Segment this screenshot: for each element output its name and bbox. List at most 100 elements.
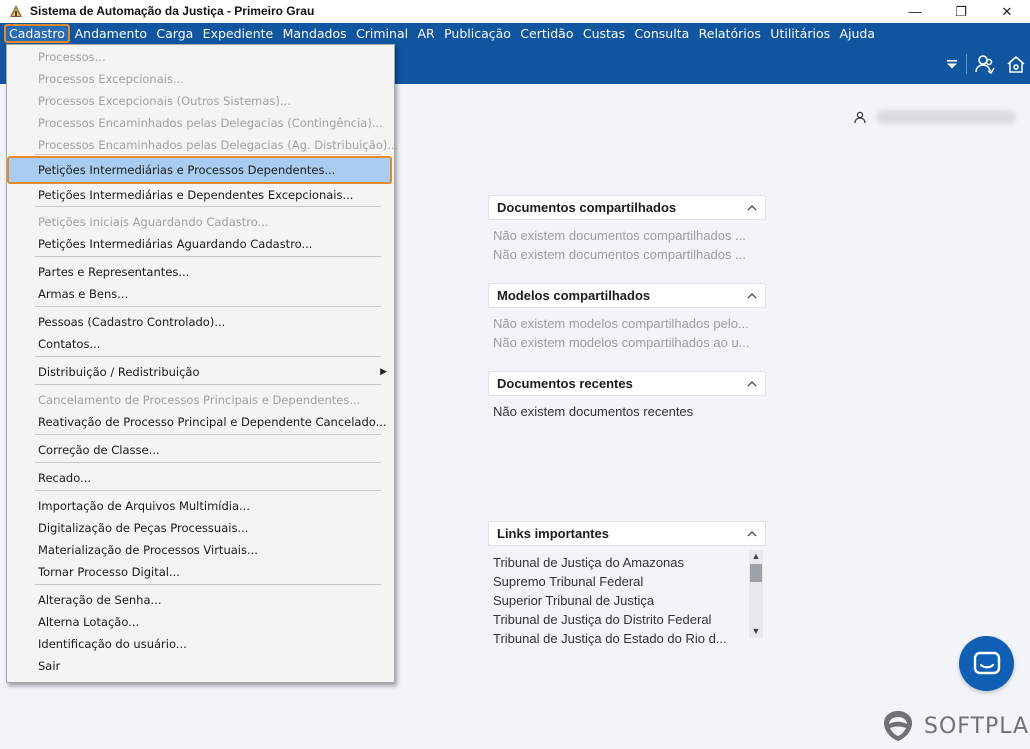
panel-row: Não existem modelos compartilhados ao u.… bbox=[493, 335, 750, 350]
panel-row: Não existem documentos compartilhados ..… bbox=[493, 247, 746, 262]
menu-item[interactable]: Recado... bbox=[7, 467, 394, 489]
menu-item-label: Processos Excepcionais... bbox=[38, 72, 184, 86]
menu-item[interactable]: Tornar Processo Digital... bbox=[7, 561, 394, 583]
menu-certidao[interactable]: Certidão bbox=[516, 24, 579, 43]
menu-utilitarios[interactable]: Utilitários bbox=[766, 24, 835, 43]
user-name-redacted bbox=[876, 110, 1016, 124]
chevron-up-icon[interactable] bbox=[747, 380, 757, 387]
menu-item[interactable]: Partes e Representantes... bbox=[7, 261, 394, 283]
menu-item[interactable]: Alterna Lotação... bbox=[7, 611, 394, 633]
link-item[interactable]: Superior Tribunal de Justiça bbox=[488, 591, 744, 610]
home-icon[interactable] bbox=[1004, 52, 1028, 76]
menu-item-label: Processos Encaminhados pelas Delegacias … bbox=[38, 138, 399, 152]
shared-documents-panel: Documentos compartilhados Não existem do… bbox=[488, 195, 766, 264]
window-title: Sistema de Automação da Justiça - Primei… bbox=[30, 4, 315, 18]
chevron-up-icon[interactable] bbox=[747, 530, 757, 537]
menu-bar: Cadastro Andamento Carga Expediente Mandados… bbox=[0, 23, 1030, 44]
panel-header[interactable]: Modelos compartilhados bbox=[488, 283, 766, 308]
menu-item[interactable]: Sair bbox=[7, 655, 394, 677]
menu-criminal[interactable]: Criminal bbox=[351, 24, 412, 43]
menu-item[interactable]: Contatos... bbox=[7, 333, 394, 355]
user-identification bbox=[854, 110, 1016, 124]
menu-item-label: Petições Iniciais Aguardando Cadastro... bbox=[38, 215, 269, 229]
softplan-logo-icon bbox=[884, 711, 912, 741]
link-item[interactable]: Tribunal de Justiça do Estado do Rio d..… bbox=[488, 629, 744, 648]
menu-item-label: Sair bbox=[38, 659, 61, 673]
menu-custas[interactable]: Custas bbox=[578, 24, 630, 43]
menu-andamento[interactable]: Andamento bbox=[70, 24, 152, 43]
close-button[interactable]: ✕ bbox=[984, 0, 1030, 23]
scrollbar-thumb[interactable] bbox=[750, 564, 762, 582]
menu-item-label: Processos Encaminhados pelas Delegacias … bbox=[38, 116, 383, 130]
menu-ajuda[interactable]: Ajuda bbox=[835, 24, 880, 43]
panel-title: Documentos recentes bbox=[497, 376, 633, 391]
menu-item[interactable]: Petições Intermediárias e Dependentes Ex… bbox=[7, 184, 394, 206]
menu-item-label: Importação de Arquivos Multimídia... bbox=[38, 499, 250, 513]
menu-item[interactable]: Importação de Arquivos Multimídia... bbox=[7, 495, 394, 517]
panel-row: Não existem documentos recentes bbox=[493, 404, 694, 419]
menu-item: Processos Encaminhados pelas Delegacias … bbox=[7, 134, 398, 156]
menu-item-label: Materialização de Processos Virtuais... bbox=[38, 543, 258, 557]
menu-separator bbox=[35, 256, 381, 257]
app-logo-icon bbox=[10, 5, 22, 17]
scroll-down-icon[interactable]: ▼ bbox=[749, 625, 763, 638]
menu-item[interactable]: Distribuição / Redistribuição ▶ bbox=[7, 361, 394, 383]
minimize-button[interactable]: — bbox=[892, 0, 938, 23]
menu-item-label: Recado... bbox=[38, 471, 92, 485]
toolbar-separator bbox=[966, 54, 967, 74]
menu-item[interactable]: Armas e Bens... bbox=[7, 283, 394, 305]
panel-row: Não existem documentos compartilhados ..… bbox=[493, 228, 746, 243]
menu-item-label: Pessoas (Cadastro Controlado)... bbox=[38, 315, 226, 329]
menu-publicacao[interactable]: Publicação bbox=[439, 24, 515, 43]
menu-item-label: Processos... bbox=[38, 50, 106, 64]
menu-cadastro[interactable]: Cadastro bbox=[4, 24, 70, 43]
users-icon[interactable] bbox=[973, 52, 997, 76]
important-links-panel: Links importantes Tribunal de Justiça do… bbox=[488, 521, 766, 646]
menu-separator bbox=[35, 490, 381, 491]
chevron-up-icon[interactable] bbox=[747, 204, 757, 211]
panel-header[interactable]: Documentos recentes bbox=[488, 371, 766, 396]
link-item[interactable]: Tribunal de Justiça do Distrito Federal bbox=[488, 610, 744, 629]
menu-item[interactable]: Reativação de Processo Principal e Depen… bbox=[7, 411, 394, 433]
menu-item[interactable]: Correção de Classe... bbox=[7, 439, 394, 461]
menu-item-label: Armas e Bens... bbox=[38, 287, 129, 301]
menu-item[interactable]: Identificação do usuário... bbox=[7, 633, 394, 655]
menu-item-label: Cancelamento de Processos Principais e D… bbox=[38, 393, 361, 407]
menu-item: Cancelamento de Processos Principais e D… bbox=[7, 389, 394, 411]
panel-row: Não existem modelos compartilhados pelo.… bbox=[493, 316, 749, 331]
submenu-arrow-icon: ▶ bbox=[380, 367, 387, 377]
scroll-up-icon[interactable]: ▲ bbox=[749, 550, 763, 563]
menu-consulta[interactable]: Consulta bbox=[630, 24, 694, 43]
menu-item-label: Digitalização de Peças Processuais... bbox=[38, 521, 249, 535]
menu-ar[interactable]: AR bbox=[413, 24, 440, 43]
menu-item[interactable]: Materialização de Processos Virtuais... bbox=[7, 539, 394, 561]
menu-item[interactable]: Pessoas (Cadastro Controlado)... bbox=[7, 311, 394, 333]
menu-expediente[interactable]: Expediente bbox=[198, 24, 278, 43]
menu-mandados[interactable]: Mandados bbox=[278, 24, 351, 43]
menu-item: Processos Excepcionais (Outros Sistemas)… bbox=[7, 90, 394, 112]
links-scrollbar[interactable]: ▲ ▼ bbox=[749, 550, 763, 638]
menu-item[interactable]: Petições Intermediárias Aguardando Cadas… bbox=[7, 233, 394, 255]
panel-header[interactable]: Documentos compartilhados bbox=[488, 195, 766, 220]
menu-relatorios[interactable]: Relatórios bbox=[694, 24, 766, 43]
panel-title: Documentos compartilhados bbox=[497, 200, 677, 215]
menu-separator bbox=[35, 306, 381, 307]
menu-item[interactable]: Petições Intermediárias e Processos Depe… bbox=[7, 156, 392, 184]
chevron-up-icon[interactable] bbox=[747, 292, 757, 299]
menu-item-label: Distribuição / Redistribuição bbox=[38, 365, 200, 379]
link-item[interactable]: Supremo Tribunal Federal bbox=[488, 572, 744, 591]
filter-dropdown-icon[interactable] bbox=[940, 52, 964, 76]
link-item[interactable]: Tribunal de Justiça do Amazonas bbox=[488, 553, 744, 572]
restore-button[interactable]: ❐ bbox=[938, 0, 984, 23]
recent-documents-panel: Documentos recentes Não existem document… bbox=[488, 371, 766, 421]
menu-item[interactable]: Alteração de Senha... bbox=[7, 589, 394, 611]
menu-item[interactable]: Digitalização de Peças Processuais... bbox=[7, 517, 394, 539]
menu-item: Petições Iniciais Aguardando Cadastro... bbox=[7, 211, 394, 233]
menu-item-label: Processos Excepcionais (Outros Sistemas)… bbox=[38, 94, 291, 108]
menu-carga[interactable]: Carga bbox=[152, 24, 198, 43]
panel-header[interactable]: Links importantes bbox=[488, 521, 766, 546]
menu-separator bbox=[35, 384, 381, 385]
menu-item-label: Reativação de Processo Principal e Depen… bbox=[38, 415, 387, 429]
menu-item-label: Correção de Classe... bbox=[38, 443, 160, 457]
chat-button[interactable] bbox=[959, 636, 1014, 691]
